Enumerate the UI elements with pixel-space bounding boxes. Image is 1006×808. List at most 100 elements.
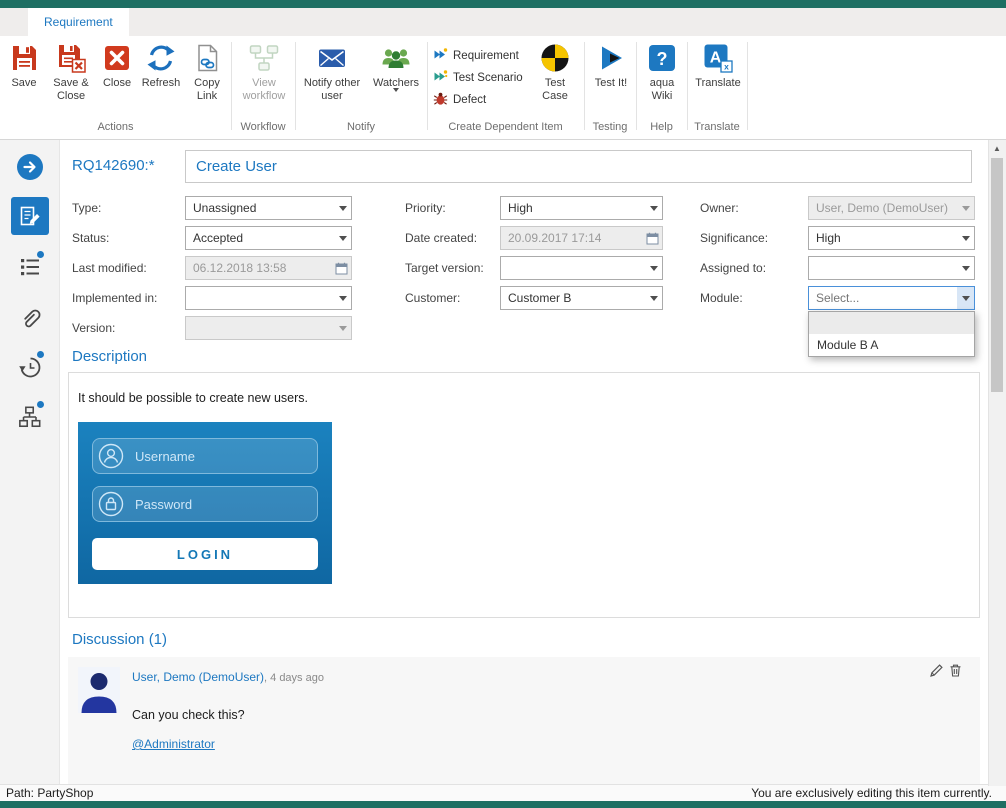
sitemap-icon <box>18 405 42 434</box>
type-label: Type: <box>72 201 101 215</box>
top-accent-bar <box>0 0 1006 8</box>
save-and-close-button[interactable]: Save & Close <box>46 40 96 118</box>
chevron-down-icon <box>645 197 662 219</box>
module-label: Module: <box>700 291 743 305</box>
assigned-to-select[interactable] <box>808 256 975 280</box>
ribbon-separator <box>231 42 232 130</box>
ribbon-separator <box>636 42 637 130</box>
chevron-down-icon <box>957 287 974 309</box>
person-icon <box>98 443 124 469</box>
save-close-icon <box>55 42 87 74</box>
list-icon <box>18 255 42 284</box>
module-option-module-b-a[interactable]: Module B A <box>809 334 974 356</box>
status-path: Path: PartyShop <box>6 786 93 800</box>
module-dropdown: Module B A <box>808 311 975 357</box>
aqua-wiki-label: aqua Wiki <box>644 77 680 103</box>
tab-requirement[interactable]: Requirement <box>28 8 129 36</box>
save-icon <box>8 42 40 74</box>
chevron-down-icon <box>334 317 351 339</box>
chevron-down-icon <box>334 197 351 219</box>
notification-dot <box>37 401 44 408</box>
svg-text:x: x <box>724 62 729 72</box>
significance-select[interactable]: High <box>808 226 975 250</box>
priority-select[interactable]: High <box>500 196 663 220</box>
view-workflow-button[interactable]: View workflow <box>234 40 294 118</box>
notification-dot <box>37 351 44 358</box>
sidebar-item-edit[interactable] <box>0 197 60 235</box>
create-defect-button[interactable]: Defect <box>433 91 486 109</box>
sidebar-item-expand[interactable] <box>0 154 60 185</box>
status-select[interactable]: Accepted <box>185 226 352 250</box>
svg-text:A: A <box>710 50 722 67</box>
create-requirement-button[interactable]: Requirement <box>433 47 519 65</box>
implemented-in-select[interactable] <box>185 286 352 310</box>
mention-link[interactable]: @Administrator <box>132 737 215 751</box>
login-image-password-field: Password <box>92 486 318 522</box>
sidebar-item-overview[interactable] <box>0 255 60 284</box>
notification-dot <box>37 251 44 258</box>
test-it-button[interactable]: Test It! <box>587 40 635 118</box>
date-created-field: 20.09.2017 17:14 <box>500 226 663 250</box>
target-version-select[interactable] <box>500 256 663 280</box>
save-button[interactable]: Save <box>2 40 46 118</box>
date-created-label: Date created: <box>405 231 477 245</box>
delete-comment-button[interactable] <box>947 665 963 681</box>
ribbon-separator <box>584 42 585 130</box>
type-select[interactable]: Unassigned <box>185 196 352 220</box>
workflow-icon <box>248 42 280 74</box>
calendar-icon <box>642 227 662 249</box>
comment-author: User, Demo (DemoUser) <box>132 670 264 684</box>
status-value: Accepted <box>186 227 334 249</box>
edit-comment-button[interactable] <box>928 665 944 681</box>
refresh-icon <box>145 42 177 74</box>
target-version-value <box>501 257 645 279</box>
target-version-label: Target version: <box>405 261 484 275</box>
arrow-right-icon <box>17 154 43 185</box>
owner-select: User, Demo (DemoUser) <box>808 196 975 220</box>
create-test-scenario-button[interactable]: Test Scenario <box>433 69 523 87</box>
chevron-down-icon <box>393 92 399 110</box>
owner-label: Owner: <box>700 201 739 215</box>
title-input[interactable]: Create User <box>185 150 972 183</box>
aqua-wiki-button[interactable]: ? aqua Wiki <box>639 40 685 118</box>
copy-link-icon <box>191 42 223 74</box>
customer-label: Customer: <box>405 291 460 305</box>
tab-bar: Requirement <box>0 8 1006 36</box>
copy-link-label: Copy Link <box>184 77 230 103</box>
sidebar-item-attachments[interactable] <box>0 305 60 334</box>
ribbon-group-label-notify: Notify <box>295 121 427 133</box>
password-placeholder: Password <box>135 497 192 512</box>
copy-link-button[interactable]: Copy Link <box>184 40 230 118</box>
module-select[interactable]: Select... <box>808 286 975 310</box>
create-test-case-button[interactable]: Test Case <box>528 40 582 118</box>
test-case-icon <box>539 42 571 74</box>
sidebar-item-history[interactable] <box>0 355 60 384</box>
envelope-icon <box>316 42 348 74</box>
assigned-to-value <box>809 257 957 279</box>
sidebar-item-hierarchy[interactable] <box>0 405 60 434</box>
refresh-button[interactable]: Refresh <box>138 40 184 118</box>
refresh-label: Refresh <box>142 77 181 90</box>
watchers-button[interactable]: Watchers <box>367 40 425 118</box>
close-label: Close <box>103 77 131 90</box>
ribbon-separator <box>747 42 748 130</box>
module-option-blank[interactable] <box>809 312 974 334</box>
notify-other-user-button[interactable]: Notify other user <box>299 40 365 118</box>
save-and-close-label: Save & Close <box>46 77 96 103</box>
description-text: It should be possible to create new user… <box>78 391 308 405</box>
ribbon-group-label-workflow: Workflow <box>231 121 295 133</box>
last-modified-label: Last modified: <box>72 261 147 275</box>
avatar <box>78 667 120 718</box>
scrollbar-thumb[interactable] <box>991 158 1003 392</box>
ribbon-separator <box>687 42 688 130</box>
ribbon-group-label-create-dependent-item: Create Dependent Item <box>427 121 584 133</box>
customer-value: Customer B <box>501 287 645 309</box>
scrollbar-up-button[interactable]: ▲ <box>988 142 1006 156</box>
login-image: Username Password LOGIN <box>78 422 332 584</box>
comment-text: Can you check this? <box>132 708 245 722</box>
close-button[interactable]: Close <box>96 40 138 118</box>
last-modified-value: 06.12.2018 13:58 <box>186 257 331 279</box>
bug-icon <box>433 91 448 109</box>
translate-button[interactable]: Ax Translate <box>690 40 746 118</box>
customer-select[interactable]: Customer B <box>500 286 663 310</box>
